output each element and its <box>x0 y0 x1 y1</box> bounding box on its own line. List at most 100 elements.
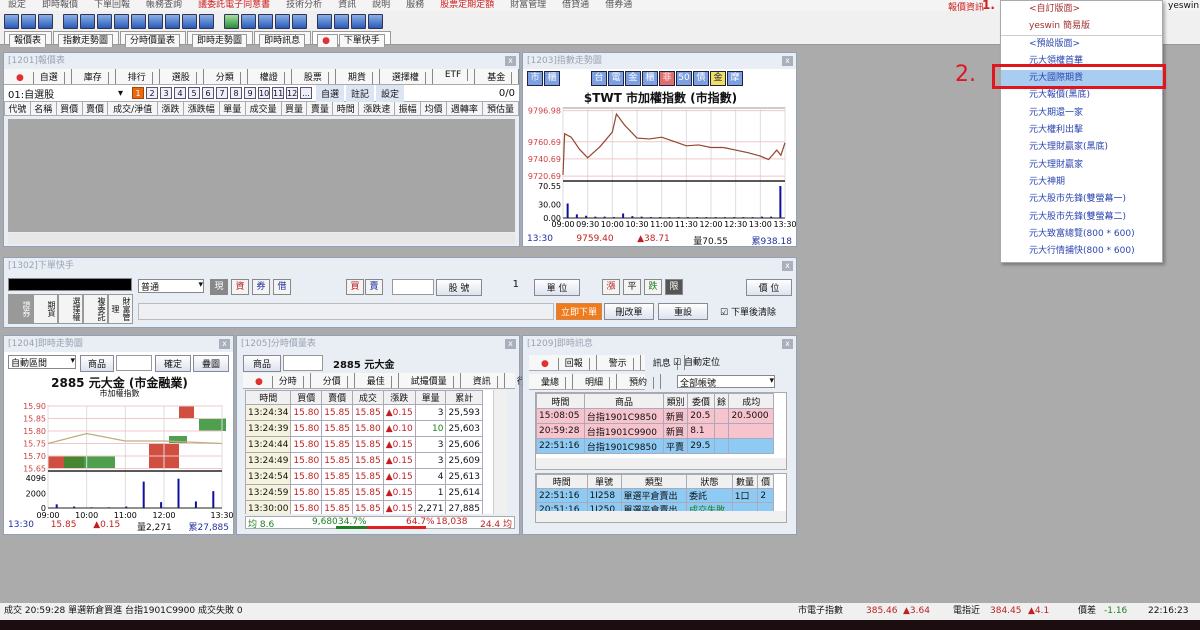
page-button[interactable]: 7 <box>216 87 228 99</box>
layout-menu-item[interactable]: 元大行情捕快(800 * 600) <box>1001 243 1162 260</box>
list-action-button[interactable]: 設定 <box>376 84 405 102</box>
tab[interactable]: 最佳 <box>355 373 399 388</box>
folder-icon[interactable] <box>241 13 256 29</box>
table-row[interactable]: 13:24:34 15.80 15.85 15.85 ▲0.15 3 25,593 <box>245 404 483 421</box>
index-button[interactable]: 金 <box>710 71 726 86</box>
buy-button[interactable]: 買 <box>346 279 364 295</box>
tab[interactable]: 試撮價量 <box>399 373 461 388</box>
tab[interactable]: 股票 <box>292 69 336 84</box>
open-icon[interactable] <box>4 13 19 29</box>
page-button[interactable]: 11 <box>272 87 284 99</box>
window-tab[interactable]: 報價表 <box>4 31 53 47</box>
chart-icon[interactable] <box>80 13 95 29</box>
page-button[interactable]: 3 <box>160 87 172 99</box>
product-button[interactable]: 商品 <box>80 355 114 372</box>
table-row[interactable]: 13:24:39 15.80 15.85 15.80 ▲0.10 10 25,603 <box>245 420 483 437</box>
column-header[interactable]: 成交量 <box>244 101 282 116</box>
layout-menu-item[interactable]: 元大期還一家 <box>1001 105 1162 122</box>
tab[interactable]: 基金 <box>475 69 520 84</box>
close-icon[interactable]: x <box>782 261 793 271</box>
page-button[interactable]: 4 <box>174 87 186 99</box>
column-header[interactable]: 預估量 <box>481 101 520 116</box>
list-select[interactable]: 01:自選股 <box>8 86 118 101</box>
price-type-button[interactable]: 平 <box>623 279 641 295</box>
price-stepper[interactable] <box>697 279 743 295</box>
layout-menu-item[interactable]: 元大理財贏家 <box>1001 157 1162 174</box>
column-header[interactable]: 成交/淨值 <box>107 101 158 116</box>
column-header[interactable]: 成均 <box>728 393 774 409</box>
menu-item[interactable]: 資訊 <box>330 0 364 11</box>
page-button[interactable]: 2 <box>146 87 158 99</box>
pencil-icon[interactable] <box>317 13 332 29</box>
globe-icon[interactable] <box>38 13 53 29</box>
column-header[interactable]: 均價 <box>420 101 447 116</box>
layout-icon[interactable] <box>21 13 36 29</box>
search-icon[interactable] <box>165 13 180 29</box>
layout-menu-item[interactable]: 元大致富總覽(800 * 600) <box>1001 226 1162 243</box>
page-button[interactable]: 6 <box>202 87 214 99</box>
column-header[interactable]: 類別 <box>663 393 689 409</box>
clear-after-checkbox[interactable]: ☑ 下單後清除 <box>720 305 776 318</box>
column-header[interactable]: 價 <box>757 474 774 489</box>
table-row[interactable]: 22:51:16 1I258 單選平倉賣出 委託 1口 2 <box>536 488 774 503</box>
column-header[interactable]: 單量 <box>218 101 246 116</box>
price-type-button[interactable]: 限 <box>665 279 683 295</box>
layout-menu-item[interactable]: yeswin 簡易版 <box>1001 18 1162 36</box>
column-header[interactable]: 商品 <box>583 393 665 409</box>
close-icon[interactable]: x <box>505 339 516 349</box>
menu-item[interactable]: 技術分析 <box>278 0 330 11</box>
checkbox-icon[interactable]: ☑ <box>720 308 728 318</box>
page-button[interactable]: ... <box>300 87 312 99</box>
tab[interactable]: 資訊 <box>461 373 505 388</box>
mode-button[interactable]: 借 <box>273 279 291 295</box>
close-icon[interactable]: x <box>782 339 793 349</box>
column-header[interactable]: 單號 <box>586 474 622 489</box>
mouse-icon[interactable] <box>368 13 383 29</box>
table-row[interactable]: 13:24:49 15.80 15.85 15.85 ▲0.15 3 25,609 <box>245 452 483 469</box>
column-header[interactable]: 狀態 <box>686 474 733 489</box>
bar-icon[interactable] <box>131 13 146 29</box>
index-button[interactable]: 台 <box>591 71 607 86</box>
tab[interactable]: 權證 <box>248 69 292 84</box>
column-header[interactable]: 代號 <box>4 101 31 116</box>
overlay-button[interactable]: 疊圖 <box>193 355 229 372</box>
layout-menu-item[interactable]: 元大神期 <box>1001 174 1162 191</box>
page-button[interactable]: 5 <box>188 87 200 99</box>
price-type-button[interactable]: 跌 <box>644 279 662 295</box>
checkbox-icon[interactable]: ☑ <box>673 358 681 368</box>
quote-icon[interactable] <box>63 13 78 29</box>
market-button[interactable]: 市 <box>527 71 543 86</box>
zoom-icon[interactable] <box>275 13 290 29</box>
tab[interactable]: 警示 <box>597 355 641 370</box>
index-button[interactable]: 櫃 <box>642 71 658 86</box>
column-header[interactable]: 類型 <box>620 474 688 489</box>
mode-button[interactable]: 券 <box>252 279 270 295</box>
quantity-stepper[interactable]: 1 <box>485 279 531 295</box>
stock-code-input[interactable] <box>392 279 434 295</box>
vertical-scrollbar[interactable] <box>493 390 507 514</box>
menu-item[interactable]: 借貸通 <box>554 0 597 11</box>
tab[interactable]: 選擇權 <box>380 69 433 84</box>
tv-icon[interactable] <box>199 13 214 29</box>
menu-item[interactable]: 下單回報 <box>86 0 138 11</box>
chevron-down-icon[interactable]: ▾ <box>118 88 132 99</box>
column-header[interactable]: 時間 <box>536 474 588 489</box>
page-button[interactable]: 9 <box>244 87 256 99</box>
column-header[interactable]: 數量 <box>731 474 759 489</box>
order-type-select[interactable]: 普通 ▾ <box>138 279 204 293</box>
tab[interactable]: ● 自選 <box>4 69 72 84</box>
column-header[interactable]: 週轉率 <box>445 101 483 116</box>
menu-item[interactable]: 借券通 <box>597 0 640 11</box>
list-action-button[interactable]: 自選 <box>316 84 345 102</box>
auto-position-checkbox[interactable]: ☑ 自動定位 <box>673 355 720 368</box>
tab[interactable]: ETF <box>433 69 476 84</box>
layout-menu-item[interactable]: 元大報價(黑底) <box>1001 87 1162 104</box>
index-button[interactable]: 非 <box>659 71 675 86</box>
window-tab[interactable]: 即時走勢圖 <box>187 31 254 47</box>
modify-cancel-button[interactable]: 刪改單 <box>604 303 654 320</box>
table-row[interactable]: 13:24:54 15.80 15.85 15.85 ▲0.15 4 25,613 <box>245 468 483 485</box>
column-header[interactable]: 單量 <box>414 390 447 405</box>
submit-order-button[interactable]: 立即下單 <box>556 303 602 320</box>
mode-button[interactable]: 現 <box>210 279 228 295</box>
layout-menu-item[interactable]: 元大權利出擊 <box>1001 122 1162 139</box>
